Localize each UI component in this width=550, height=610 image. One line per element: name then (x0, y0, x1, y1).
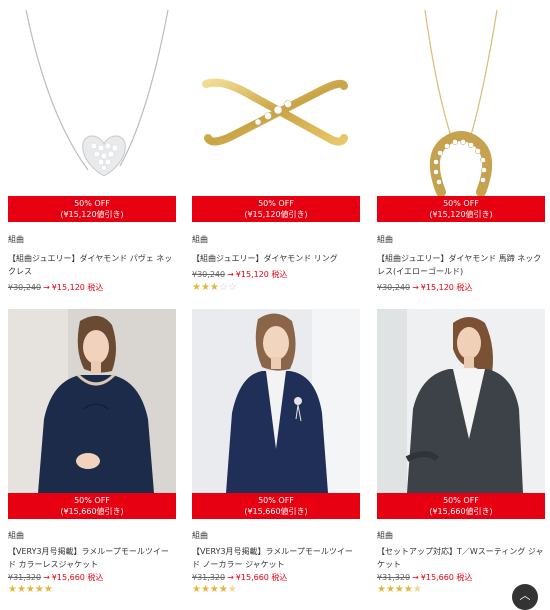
sale-price: ¥15,660 税込 (235, 573, 288, 582)
chevron-up-icon: ︿ (519, 589, 531, 602)
product-image[interactable] (377, 309, 545, 493)
arrow-icon: → (43, 573, 50, 582)
sale-price: ¥15,120 税込 (420, 283, 473, 292)
discount-amount: (¥15,120値引き) (60, 210, 124, 219)
brand-name: 組曲 (192, 235, 208, 244)
horseshoe-necklace-icon (424, 9, 498, 196)
price-line: ¥30,240 → ¥15,120 税込 (192, 269, 287, 280)
discount-badge: 50% OFF (¥15,120値引き) (192, 196, 360, 222)
original-price: ¥30,240 (377, 283, 411, 292)
discount-badge: 50% OFF (¥15,660値引き) (192, 493, 360, 519)
price-line: ¥31,320 → ¥15,660 税込 (192, 572, 287, 583)
discount-amount: (¥15,660値引き) (244, 507, 308, 516)
heart-necklace-icon (25, 9, 169, 177)
original-price: ¥30,240 (8, 283, 42, 292)
brand-name: 組曲 (8, 531, 24, 540)
product-title[interactable]: 【組曲ジュエリー】ダイヤモンド リング (192, 252, 360, 265)
discount-badge: 50% OFF (¥15,660値引き) (377, 493, 545, 519)
discount-percent: 50% OFF (74, 199, 110, 208)
discount-amount: (¥15,120値引き) (244, 210, 308, 219)
product-image[interactable] (8, 6, 176, 196)
star-icon: ★★★★ (377, 584, 413, 595)
discount-badge: 50% OFF (¥15,120値引き) (8, 196, 176, 222)
product-image[interactable] (192, 6, 360, 196)
discount-badge: 50% OFF (¥15,120値引き) (377, 196, 545, 222)
arrow-icon: → (412, 283, 419, 292)
product-image[interactable] (377, 6, 545, 196)
rating-stars: ★★★★★ (8, 585, 53, 595)
discount-percent: 50% OFF (258, 199, 294, 208)
product-title[interactable]: 【組曲ジュエリー】ダイヤモンド 馬蹄 ネックレス(イエローゴールド) (377, 252, 545, 278)
discount-amount: (¥15,660値引き) (60, 507, 124, 516)
price-line: ¥31,320 → ¥15,660 税込 (377, 572, 472, 583)
product-image[interactable] (192, 309, 360, 493)
arrow-icon: → (43, 283, 50, 292)
sale-price: ¥15,660 税込 (420, 573, 473, 582)
rating-stars: ★★★☆☆ (192, 283, 237, 293)
product-image[interactable] (8, 309, 176, 493)
sale-price: ¥15,120 税込 (51, 283, 104, 292)
discount-amount: (¥15,660値引き) (429, 507, 493, 516)
product-title[interactable]: 【VERY3月号掲載】ラメループモールツイード ノーカラー ジャケット (192, 545, 360, 571)
product-title[interactable]: 【組曲ジュエリー】ダイヤモンド パヴェ ネックレス (8, 252, 176, 278)
star-icon: ★★★★★ (8, 584, 53, 595)
brand-name: 組曲 (192, 531, 208, 540)
original-price: ¥30,240 (192, 270, 226, 279)
scroll-to-top-button[interactable]: ︿ (512, 584, 538, 610)
original-price: ¥31,320 (192, 573, 226, 582)
model-tweed-jacket-icon (8, 309, 176, 493)
rating-stars: ★★★★★ (377, 585, 422, 595)
price-line: ¥30,240 → ¥15,120 税込 (8, 282, 103, 293)
discount-percent: 50% OFF (443, 496, 479, 505)
discount-amount: (¥15,120値引き) (429, 210, 493, 219)
model-suiting-jacket-icon (377, 309, 545, 493)
discount-percent: 50% OFF (74, 496, 110, 505)
price-line: ¥30,240 → ¥15,120 税込 (377, 282, 472, 293)
star-half-icon: ★ (227, 584, 237, 595)
product-title[interactable]: 【VERY3月号掲載】ラメループモールツイード カラーレスジャケット (8, 545, 176, 571)
price-line: ¥31,320 → ¥15,660 税込 (8, 572, 103, 583)
sale-price: ¥15,120 税込 (235, 270, 288, 279)
sale-price: ¥15,660 税込 (51, 573, 104, 582)
discount-percent: 50% OFF (443, 199, 479, 208)
discount-percent: 50% OFF (258, 496, 294, 505)
brand-name: 組曲 (377, 531, 393, 540)
cross-ring-icon (202, 78, 348, 146)
star-icon: ★★★ (192, 282, 219, 293)
discount-badge: 50% OFF (¥15,660値引き) (8, 493, 176, 519)
original-price: ¥31,320 (8, 573, 42, 582)
star-half-icon: ★ (412, 584, 422, 595)
brand-name: 組曲 (8, 235, 24, 244)
brand-name: 組曲 (377, 235, 393, 244)
model-nocollar-jacket-icon (192, 309, 360, 493)
arrow-icon: → (412, 573, 419, 582)
star-empty-icon: ☆☆ (218, 282, 237, 293)
arrow-icon: → (227, 270, 234, 279)
original-price: ¥31,320 (377, 573, 411, 582)
product-title[interactable]: 【セットアップ対応】T／Wスーティング ジャケット (377, 545, 545, 571)
arrow-icon: → (227, 573, 234, 582)
star-icon: ★★★★ (192, 584, 228, 595)
rating-stars: ★★★★★ (192, 585, 237, 595)
